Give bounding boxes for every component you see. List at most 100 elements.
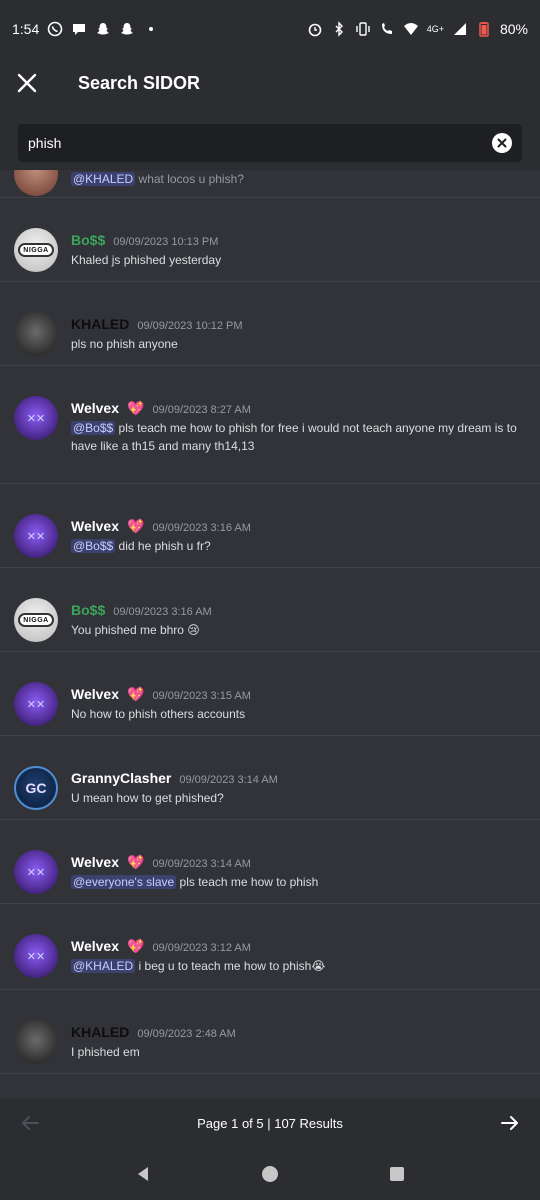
timestamp: 09/09/2023 2:48 AM — [137, 1028, 236, 1040]
timestamp: 09/09/2023 3:16 AM — [113, 606, 212, 618]
battery-icon — [476, 21, 492, 37]
message-text: U mean how to get phished? — [71, 791, 224, 805]
dot-icon — [143, 21, 159, 37]
home-button[interactable] — [250, 1154, 290, 1194]
avatar-label: GC — [25, 780, 47, 796]
timestamp: 09/09/2023 3:16 AM — [152, 522, 251, 534]
whatsapp-icon — [47, 21, 63, 37]
message-text: @KHALED i beg u to teach me how to phish… — [71, 959, 326, 973]
heart-icon: 💖 — [127, 938, 145, 954]
search-input[interactable] — [28, 135, 492, 151]
pagination-label: Page 1 of 5 | 107 Results — [197, 1115, 343, 1131]
mention[interactable]: @everyone's slave — [71, 875, 177, 889]
author-name[interactable]: Bo$$ — [71, 232, 105, 248]
message-text: No how to phish others accounts — [71, 707, 246, 721]
list-item[interactable]: ✕✕ Welvex 💖 09/09/2023 8:27 AM @Bo$$ pls t… — [0, 366, 540, 484]
timestamp: 09/09/2023 3:15 AM — [152, 690, 251, 702]
network-type: 4G+ — [426, 24, 444, 34]
heart-icon: 💖 — [127, 518, 145, 534]
back-button[interactable] — [123, 1154, 163, 1194]
system-nav-bar — [0, 1148, 540, 1200]
list-item[interactable]: KHALED 09/09/2023 2:48 AM I phished em — [0, 990, 540, 1074]
timestamp: 09/09/2023 3:12 AM — [152, 942, 251, 954]
message-text: @Bo$$ did he phish u fr? — [71, 539, 211, 553]
timestamp: 09/09/2023 10:12 PM — [137, 320, 243, 332]
close-button[interactable] — [2, 58, 52, 108]
signal-icon — [452, 21, 468, 37]
list-item[interactable]: ✕✕ Welvex 💖 09/09/2023 3:14 AM @everyone's… — [0, 820, 540, 904]
author-name[interactable]: Bo$$ — [71, 602, 105, 618]
author-name[interactable]: Welvex — [71, 400, 119, 416]
list-item[interactable]: ✕✕ Welvex 💖 09/09/2023 3:16 AM @Bo$$ did h… — [0, 484, 540, 568]
mention[interactable]: @Bo$$ — [71, 539, 116, 553]
list-item[interactable]: ✕✕ Welvex 💖 09/09/2023 3:12 AM @KHALED i b… — [0, 904, 540, 990]
avatar — [14, 1020, 58, 1064]
timestamp: 09/09/2023 3:14 AM — [179, 774, 278, 786]
avatar: ✕✕ — [14, 396, 58, 440]
message-text: @Bo$$ pls teach me how to phish for free… — [71, 421, 517, 453]
close-icon — [17, 73, 37, 93]
chat-icon — [71, 21, 87, 37]
list-item[interactable]: NIGGA Bo$$ 09/09/2023 3:16 AM You phished… — [0, 568, 540, 652]
avatar: GC — [14, 766, 58, 810]
snapchat-icon — [119, 21, 135, 37]
arrow-left-icon — [22, 1116, 39, 1130]
author-name[interactable]: Welvex — [71, 854, 119, 870]
author-name[interactable]: GrannyClasher — [71, 770, 171, 786]
search-area — [0, 108, 540, 170]
timestamp: 09/09/2023 10:13 PM — [113, 236, 219, 248]
page-title: Search SIDOR — [78, 72, 201, 93]
arrow-right-icon — [501, 1116, 518, 1130]
back-triangle-icon — [138, 1167, 149, 1181]
avatar: ✕✕ — [14, 514, 58, 558]
status-bar: 1:54 4G+ 80% — [0, 0, 540, 58]
avatar: ✕✕ — [14, 934, 58, 978]
message-text: @KHALED what locos u phish? — [71, 172, 244, 186]
avatar-label: NIGGA — [18, 243, 54, 257]
top-bar: Search SIDOR — [0, 58, 540, 108]
list-item[interactable]: @KHALED what locos u phish? — [0, 170, 540, 198]
wifi-call-icon — [379, 21, 395, 37]
avatar — [14, 312, 58, 356]
heart-icon: 💖 — [127, 686, 145, 702]
author-name[interactable]: Welvex — [71, 518, 119, 534]
author-name[interactable]: Welvex — [71, 686, 119, 702]
message-text: I phished em — [71, 1045, 140, 1059]
list-item[interactable]: ✕✕ Welvex 💖 09/09/2023 3:15 AM No how to p… — [0, 652, 540, 736]
vibrate-icon — [355, 21, 371, 37]
recents-button[interactable] — [377, 1154, 417, 1194]
clear-search-button[interactable] — [492, 133, 512, 153]
avatar: NIGGA — [14, 228, 58, 272]
message-text: You phished me bhro 😢 — [71, 623, 200, 637]
author-name[interactable]: KHALED — [71, 316, 129, 332]
message-text: @everyone's slave pls teach me how to ph… — [71, 875, 319, 889]
home-circle-icon — [261, 1166, 278, 1182]
mention[interactable]: @Bo$$ — [71, 421, 116, 435]
snapchat-icon — [95, 21, 111, 37]
avatar: ✕✕ — [14, 850, 58, 894]
mention[interactable]: @KHALED — [71, 959, 136, 973]
mention[interactable]: @KHALED — [71, 172, 136, 186]
list-item[interactable]: KHALED 09/09/2023 10:12 PM pls no phish a… — [0, 282, 540, 366]
pagination-bar: Page 1 of 5 | 107 Results — [0, 1098, 540, 1148]
timestamp: 09/09/2023 8:27 AM — [152, 404, 251, 416]
list-item[interactable]: GC GrannyClasher 09/09/2023 3:14 AM U mea… — [0, 736, 540, 820]
previous-page-button[interactable] — [10, 1103, 50, 1143]
avatar: NIGGA — [14, 598, 58, 642]
close-icon — [497, 138, 507, 148]
message-text: Khaled js phished yesterday — [71, 253, 222, 267]
heart-icon: 💖 — [127, 400, 145, 416]
author-name[interactable]: KHALED — [71, 1024, 129, 1040]
avatar: ✕✕ — [14, 682, 58, 726]
recents-square-icon — [389, 1167, 404, 1181]
avatar-label: NIGGA — [18, 613, 54, 627]
author-name[interactable]: Welvex — [71, 938, 119, 954]
battery-percent: 80% — [499, 21, 528, 37]
avatar — [14, 170, 58, 196]
list-item[interactable]: NIGGA Bo$$ 09/09/2023 10:13 PM Khaled js … — [0, 198, 540, 282]
bluetooth-icon — [331, 21, 347, 37]
wifi-icon — [403, 21, 419, 37]
heart-icon: 💖 — [127, 854, 145, 870]
next-page-button[interactable] — [490, 1103, 530, 1143]
status-time: 1:54 — [12, 21, 40, 37]
